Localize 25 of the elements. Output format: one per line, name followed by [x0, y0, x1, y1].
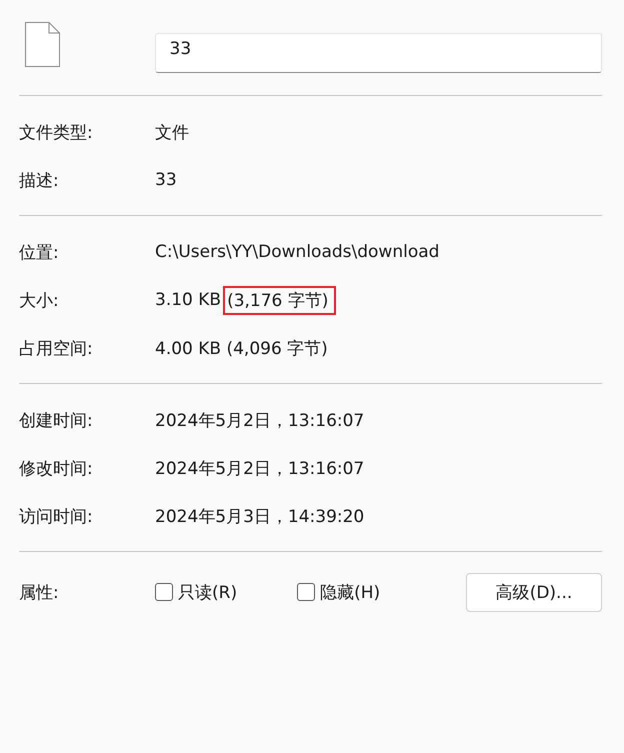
property-label: 创建时间:: [19, 410, 94, 432]
checkbox[interactable]: [155, 583, 173, 601]
checkbox-label: 隐藏(H): [320, 582, 380, 604]
property-value: 3.10 KB: [155, 290, 222, 310]
property-label: 占用空间:: [19, 338, 94, 360]
property-value: 2024年5月3日，14:39:20: [155, 506, 364, 528]
property-value: 2024年5月2日，13:16:07: [155, 410, 364, 432]
file-icon: [25, 22, 60, 67]
property-value: C:\Users\YY\Downloads\download: [155, 242, 440, 262]
property-value: 33: [155, 170, 177, 190]
checkbox[interactable]: [297, 583, 316, 601]
checkbox-label: 只读(R): [178, 582, 238, 604]
property-value: 文件: [155, 122, 189, 144]
property-label: 访问时间:: [19, 506, 94, 528]
property-value: 4.00 KB (4,096 字节): [155, 338, 328, 360]
property-label: 大小:: [19, 290, 60, 312]
advanced-button[interactable]: 高级(D)...: [466, 572, 602, 612]
property-label: 属性:: [19, 582, 60, 604]
file-name-field[interactable]: 33: [154, 33, 602, 73]
property-label: 描述:: [19, 170, 60, 192]
property-label: 修改时间:: [19, 458, 94, 480]
property-label: 文件类型:: [19, 122, 94, 144]
highlighted-text: (3,176 字节): [223, 286, 336, 314]
property-value: 2024年5月2日，13:16:07: [155, 458, 364, 480]
property-label: 位置:: [19, 242, 60, 264]
